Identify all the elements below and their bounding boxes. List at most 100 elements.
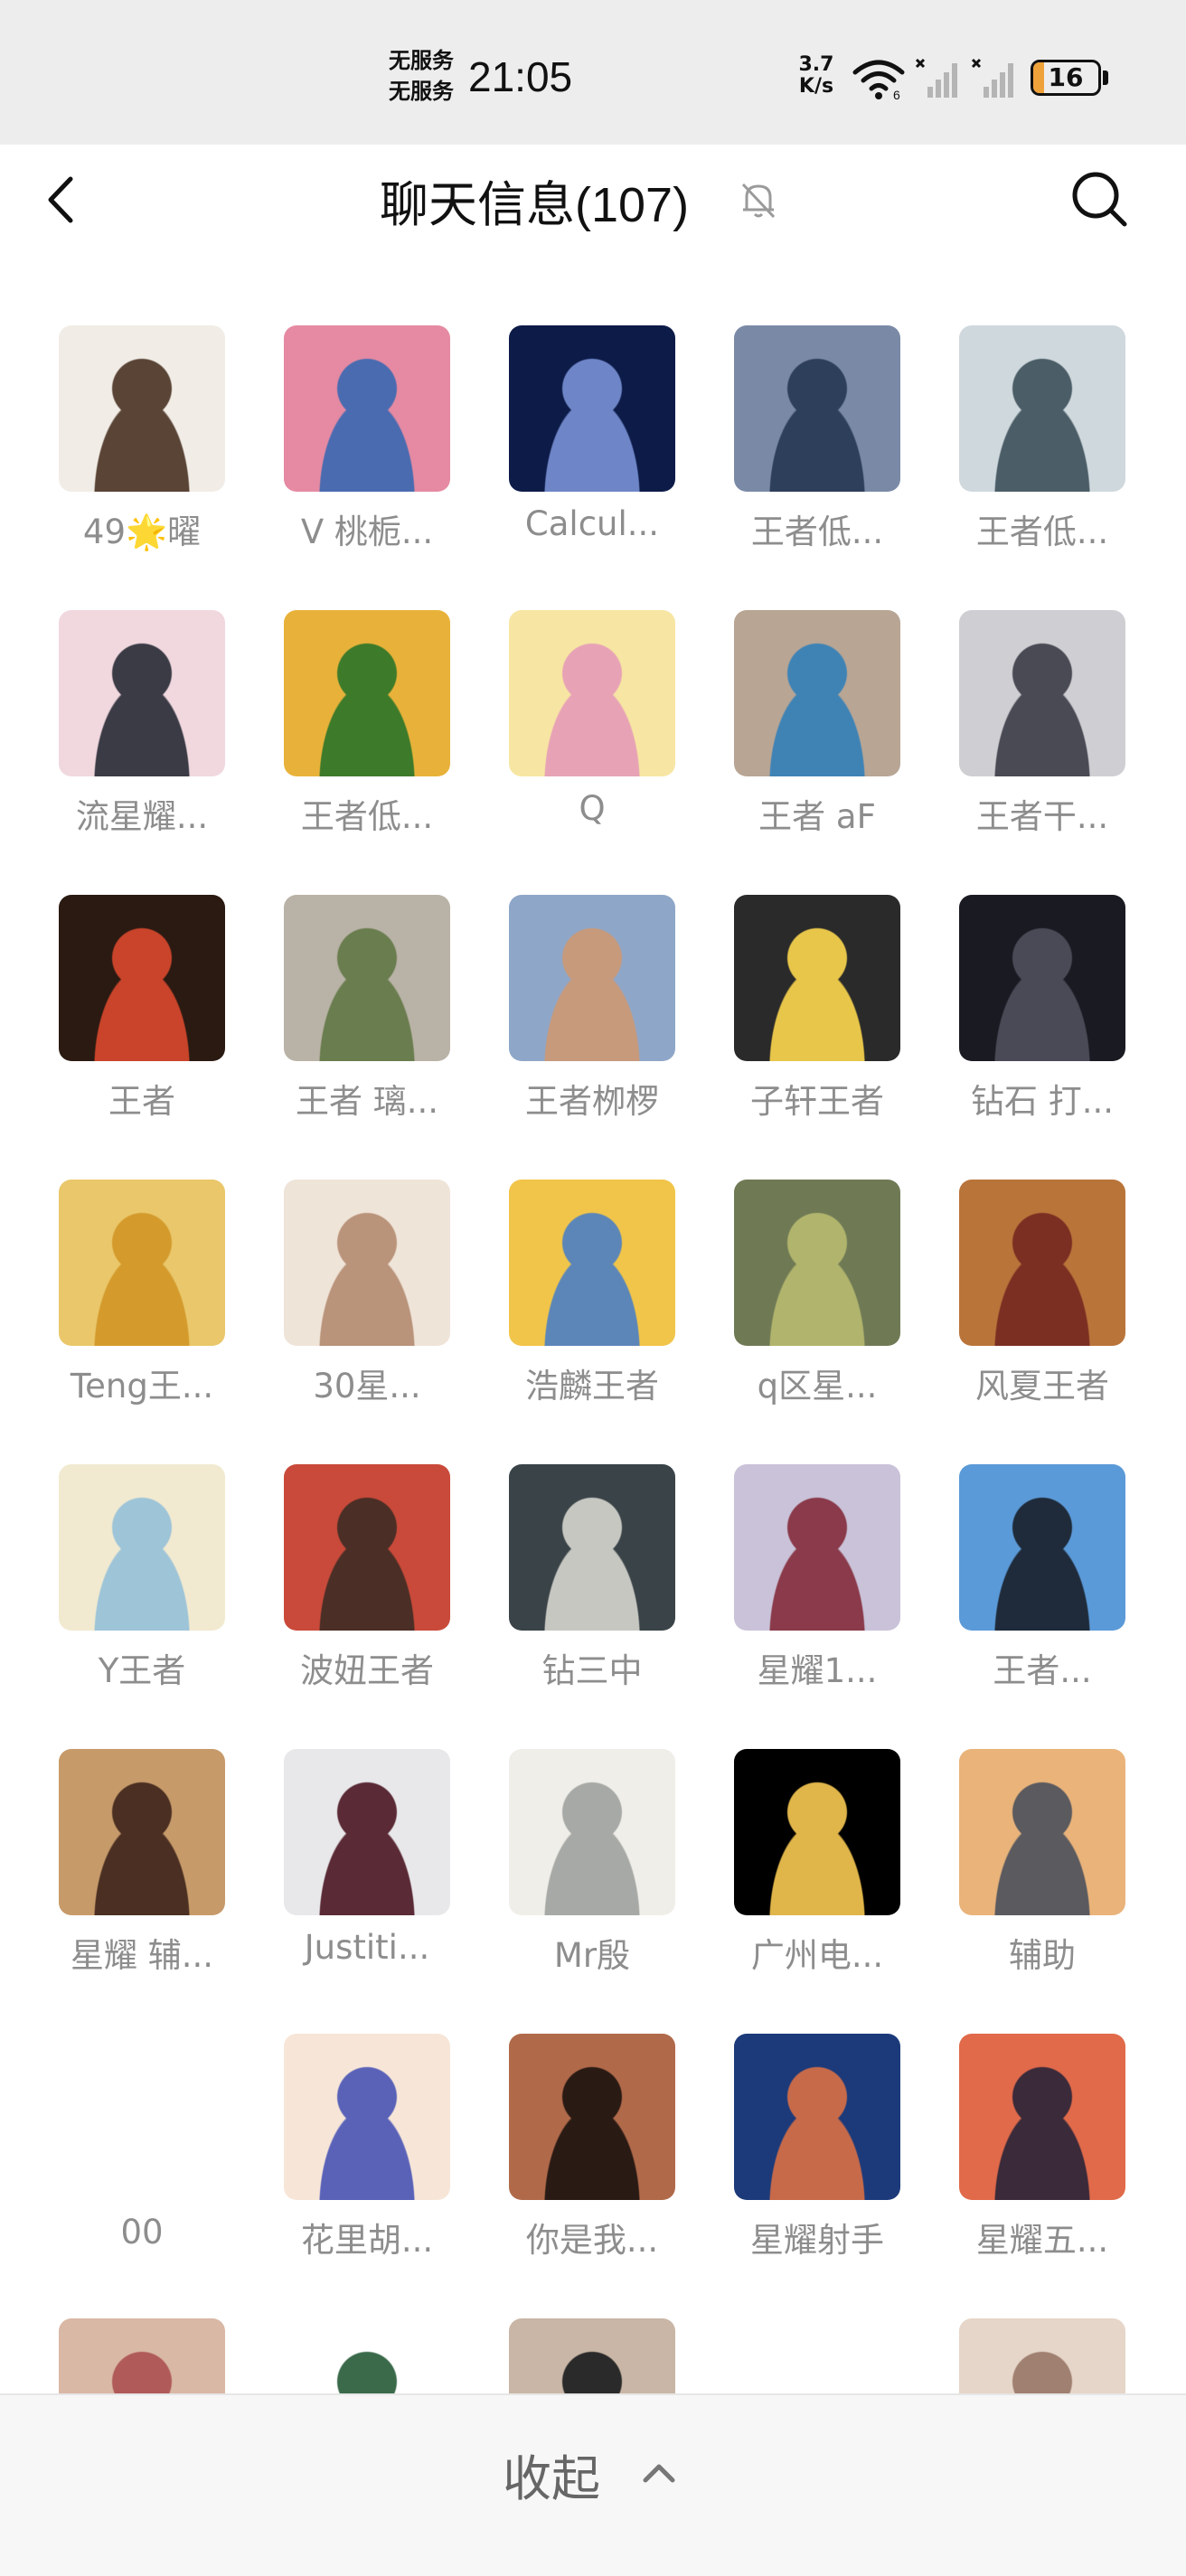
member-item[interactable]: 王者栁椤 xyxy=(450,837,675,1123)
member-item[interactable]: 浩麟王者 xyxy=(450,1122,675,1407)
wifi-icon: 6 xyxy=(852,60,905,101)
member-name: 星耀1... xyxy=(757,1651,878,1690)
member-item[interactable]: 花里胡... xyxy=(225,1976,450,2261)
avatar xyxy=(959,610,1125,776)
collapse-button[interactable]: 收起 xyxy=(470,2431,723,2513)
battery-cap xyxy=(1103,71,1108,85)
member-grid: 49🌟曜 V 桃栀... Calcul... 王者低... 王者低... 流星耀... 王者… xyxy=(0,271,1186,2395)
avatar xyxy=(509,1180,675,1346)
member-name: 王者栁椤 xyxy=(525,1082,659,1121)
member-item[interactable]: 辅助 xyxy=(900,1691,1125,1977)
member-name: Q xyxy=(579,789,606,828)
member-name: Mr殷 xyxy=(553,1936,631,1975)
battery-level: 16 xyxy=(1048,62,1084,92)
member-item[interactable]: Mr殷 xyxy=(450,1691,675,1977)
member-item[interactable]: Q xyxy=(450,552,675,838)
member-item[interactable]: Teng王... xyxy=(0,1122,225,1407)
member-item[interactable] xyxy=(675,2261,900,2395)
member-item[interactable]: V 桃栀... xyxy=(225,271,450,553)
member-item[interactable]: 30星... xyxy=(225,1122,450,1407)
member-name: 钻三中 xyxy=(541,1651,643,1690)
avatar xyxy=(959,2034,1125,2200)
avatar xyxy=(959,1749,1125,1915)
member-name: 王者低... xyxy=(750,512,884,551)
member-item[interactable]: 子轩王者 xyxy=(675,837,900,1123)
member-item[interactable]: Y王者 xyxy=(0,1406,225,1692)
avatar xyxy=(509,1464,675,1631)
member-item[interactable] xyxy=(450,2261,675,2395)
avatar xyxy=(284,610,450,776)
avatar xyxy=(284,325,450,492)
member-name: 王者... xyxy=(993,1651,1092,1690)
avatar xyxy=(59,1464,225,1631)
avatar xyxy=(509,895,675,1061)
member-item[interactable]: Justiti... xyxy=(225,1691,450,1977)
avatar xyxy=(59,610,225,776)
member-name: 辅助 xyxy=(1009,1936,1076,1975)
member-item[interactable]: 王者 璃... xyxy=(225,837,450,1123)
member-item[interactable]: 王者干... xyxy=(900,552,1125,838)
member-item[interactable]: 风夏王者 xyxy=(900,1122,1125,1407)
member-item[interactable]: 星耀五... xyxy=(900,1976,1125,2261)
member-item[interactable]: 星耀1... xyxy=(675,1406,900,1692)
status-time: 21:05 xyxy=(468,53,573,100)
member-item[interactable]: q区星... xyxy=(675,1122,900,1407)
avatar xyxy=(284,2034,450,2200)
search-icon[interactable] xyxy=(1067,166,1132,231)
member-item[interactable]: 王者 aF xyxy=(675,552,900,838)
avatar xyxy=(59,1749,225,1915)
member-name: 王者 璃... xyxy=(295,1082,439,1121)
member-item[interactable]: 钻三中 xyxy=(450,1406,675,1692)
member-name: q区星... xyxy=(757,1367,878,1406)
member-item[interactable] xyxy=(900,2261,1125,2395)
avatar xyxy=(284,2318,450,2395)
avatar xyxy=(59,2034,225,2200)
member-item[interactable]: 流星耀... xyxy=(0,552,225,838)
member-item[interactable]: 王者低... xyxy=(225,552,450,838)
avatar xyxy=(734,325,900,492)
member-item[interactable]: Calcul... xyxy=(450,271,675,553)
member-item[interactable]: 王者 xyxy=(0,837,225,1123)
member-name: 你是我... xyxy=(525,2221,659,2260)
bell-muted-icon xyxy=(741,183,776,219)
member-item[interactable]: 星耀 辅... xyxy=(0,1691,225,1977)
member-name: 浩麟王者 xyxy=(525,1367,659,1406)
avatar xyxy=(734,1464,900,1631)
carrier-2: 无服务 xyxy=(389,79,454,104)
member-name: 流星耀... xyxy=(75,797,209,836)
carrier-1: 无服务 xyxy=(389,48,454,73)
back-button[interactable] xyxy=(36,168,87,231)
member-item[interactable]: 波妞王者 xyxy=(225,1406,450,1692)
member-item[interactable]: 49🌟曜 xyxy=(0,271,225,553)
member-item[interactable]: 王者低... xyxy=(675,271,900,553)
member-item[interactable] xyxy=(225,2261,450,2395)
member-item[interactable]: 00 xyxy=(0,1976,225,2261)
member-item[interactable] xyxy=(0,2261,225,2395)
member-item[interactable]: 钻石 打... xyxy=(900,837,1125,1123)
avatar xyxy=(59,1180,225,1346)
avatar xyxy=(284,1180,450,1346)
member-item[interactable]: 广州电... xyxy=(675,1691,900,1977)
network-speed-value: 3.7 xyxy=(798,53,834,76)
avatar xyxy=(959,325,1125,492)
avatar xyxy=(734,1749,900,1915)
member-name: 王者 xyxy=(108,1082,175,1121)
network-speed: 3.7 K/s xyxy=(794,54,839,98)
avatar xyxy=(284,1464,450,1631)
member-item[interactable]: 王者低... xyxy=(900,271,1125,553)
avatar xyxy=(284,895,450,1061)
member-item[interactable]: 星耀射手 xyxy=(675,1976,900,2261)
network-speed-unit: K/s xyxy=(798,75,834,98)
member-name: 星耀 辅... xyxy=(70,1936,214,1975)
member-name: 星耀五... xyxy=(975,2221,1109,2260)
avatar xyxy=(509,2318,675,2395)
member-item[interactable]: 王者... xyxy=(900,1406,1125,1692)
member-name: 波妞王者 xyxy=(300,1651,434,1690)
chevron-up-icon xyxy=(643,2464,675,2483)
member-item[interactable]: 你是我... xyxy=(450,1976,675,2261)
member-name: 钻石 打... xyxy=(970,1082,1115,1121)
avatar xyxy=(959,2318,1125,2395)
avatar xyxy=(284,1749,450,1915)
avatar xyxy=(59,2318,225,2395)
member-name: 星耀射手 xyxy=(750,2221,884,2260)
